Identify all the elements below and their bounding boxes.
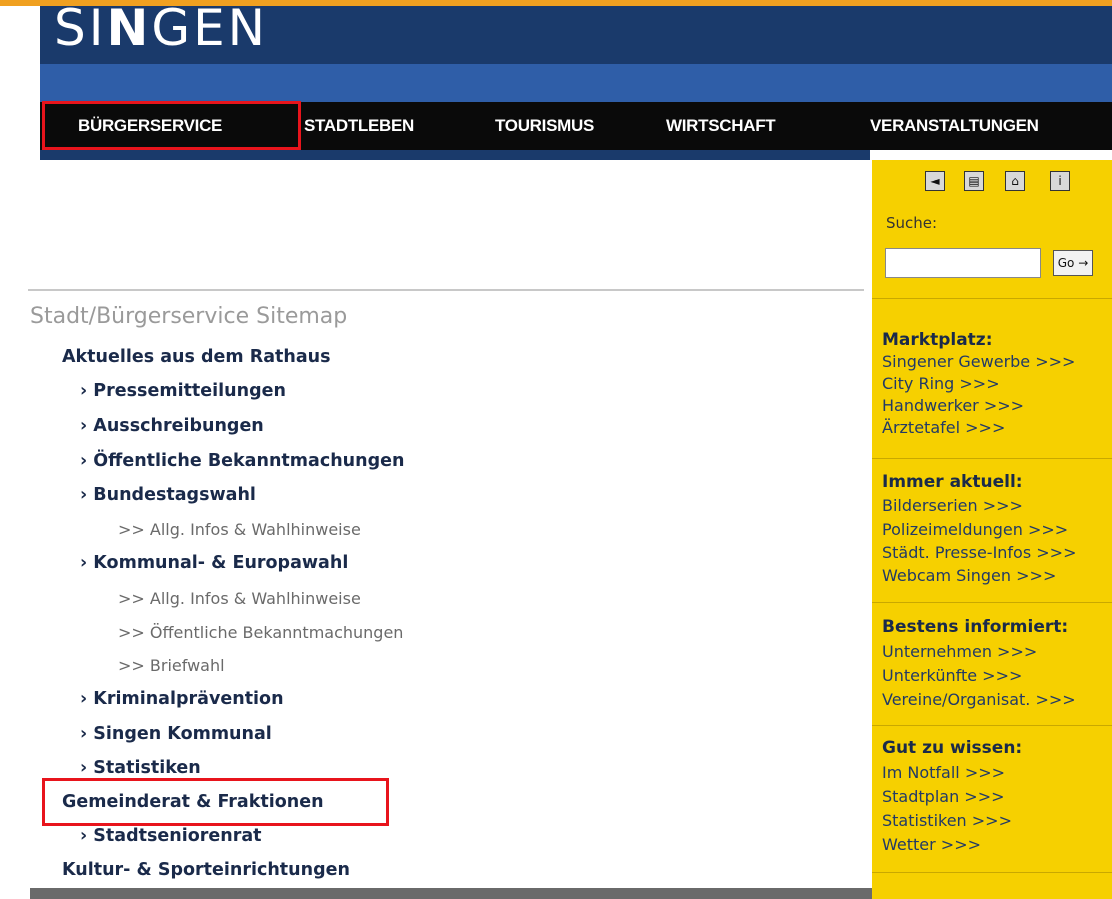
bottom-shadow-bar: [30, 888, 872, 899]
home-icon[interactable]: ⌂: [1005, 171, 1025, 191]
sidebar-link[interactable]: Unternehmen >>>: [882, 642, 1037, 661]
nav-underline: [40, 150, 870, 160]
sidebar-link[interactable]: Ärztetafel >>>: [882, 418, 1005, 437]
sidebar-divider: [872, 872, 1112, 873]
sidebar-link[interactable]: Wetter >>>: [882, 835, 981, 854]
nav-item-veranstaltungen[interactable]: VERANSTALTUNGEN: [870, 116, 1039, 136]
sidebar-link[interactable]: Bilderserien >>>: [882, 496, 1023, 515]
search-go-button[interactable]: Go →: [1053, 250, 1093, 276]
content-divider: [28, 289, 864, 291]
sidebar-link[interactable]: Statistiken >>>: [882, 811, 1012, 830]
sidebar-link[interactable]: Vereine/Organisat. >>>: [882, 690, 1076, 709]
sitemap-item-level3[interactable]: >> Allg. Infos & Wahlhinweise: [118, 520, 361, 539]
sidebar-link[interactable]: Stadtplan >>>: [882, 787, 1005, 806]
sidebar-heading-marktplatz: Marktplatz:: [882, 330, 993, 350]
sitemap-item-level2[interactable]: › Öffentliche Bekanntmachungen: [80, 451, 404, 471]
header-band: [40, 64, 1112, 102]
sidebar-link[interactable]: Polizeimeldungen >>>: [882, 520, 1068, 539]
sitemap-item-level1[interactable]: Aktuelles aus dem Rathaus: [62, 347, 331, 367]
nav-item-wirtschaft[interactable]: WIRTSCHAFT: [666, 116, 776, 136]
search-label: Suche:: [886, 214, 938, 232]
sitemap-item-level3[interactable]: >> Öffentliche Bekanntmachungen: [118, 623, 403, 642]
sidebar-divider: [872, 458, 1112, 459]
page-title: Stadt/Bürgerservice Sitemap: [30, 304, 348, 329]
sidebar-divider: [872, 298, 1112, 299]
sitemap-item-level1[interactable]: Kultur- & Sporteinrichtungen: [62, 860, 350, 880]
sidebar-heading-gut-zu-wissen: Gut zu wissen:: [882, 738, 1023, 758]
right-sidebar: ◄ ▤ ⌂ i Suche: Go → Marktplatz: Singener…: [872, 160, 1112, 899]
sidebar-divider: [872, 602, 1112, 603]
sitemap-item-level3[interactable]: >> Allg. Infos & Wahlhinweise: [118, 589, 361, 608]
sitemap-item-level2[interactable]: › Stadtseniorenrat: [80, 826, 262, 846]
logo-text-1: SI: [54, 6, 107, 57]
logo-text-2: N: [106, 6, 152, 57]
sidebar-link[interactable]: Singener Gewerbe >>>: [882, 352, 1075, 371]
sidebar-link[interactable]: Im Notfall >>>: [882, 763, 1005, 782]
sidebar-link[interactable]: Webcam Singen >>>: [882, 566, 1056, 585]
sitemap-item-level2[interactable]: › Kommunal- & Europawahl: [80, 553, 348, 573]
sidebar-divider: [872, 725, 1112, 726]
sitemap-item-level2[interactable]: › Statistiken: [80, 758, 201, 778]
nav-item-stadtleben[interactable]: STADTLEBEN: [304, 116, 414, 136]
site-logo[interactable]: SINGEN: [54, 6, 268, 58]
nav-item-tourismus[interactable]: TOURISMUS: [495, 116, 594, 136]
logo-text-3: GEN: [151, 6, 269, 57]
sidebar-link[interactable]: Unterkünfte >>>: [882, 666, 1022, 685]
sidebar-link[interactable]: Städt. Presse-Infos >>>: [882, 543, 1076, 562]
sitemap-item-level2[interactable]: › Bundestagswahl: [80, 485, 256, 505]
highlight-box-sitemap: [42, 778, 389, 826]
info-icon[interactable]: i: [1050, 171, 1070, 191]
sitemap-item-level2[interactable]: › Pressemitteilungen: [80, 381, 286, 401]
sitemap-item-level2[interactable]: › Kriminalprävention: [80, 689, 284, 709]
sidebar-heading-bestens-informiert: Bestens informiert:: [882, 617, 1069, 637]
sitemap-item-level2[interactable]: › Singen Kommunal: [80, 724, 272, 744]
back-icon[interactable]: ◄: [925, 171, 945, 191]
sidebar-link[interactable]: City Ring >>>: [882, 374, 1000, 393]
print-icon[interactable]: ▤: [964, 171, 984, 191]
sitemap-item-level3[interactable]: >> Briefwahl: [118, 656, 225, 675]
site-header: SINGEN: [40, 6, 1112, 102]
sidebar-heading-immer-aktuell: Immer aktuell:: [882, 472, 1023, 492]
highlight-box-nav: [42, 101, 301, 150]
sidebar-link[interactable]: Handwerker >>>: [882, 396, 1024, 415]
sitemap-item-level2[interactable]: › Ausschreibungen: [80, 416, 264, 436]
search-input[interactable]: [885, 248, 1041, 278]
